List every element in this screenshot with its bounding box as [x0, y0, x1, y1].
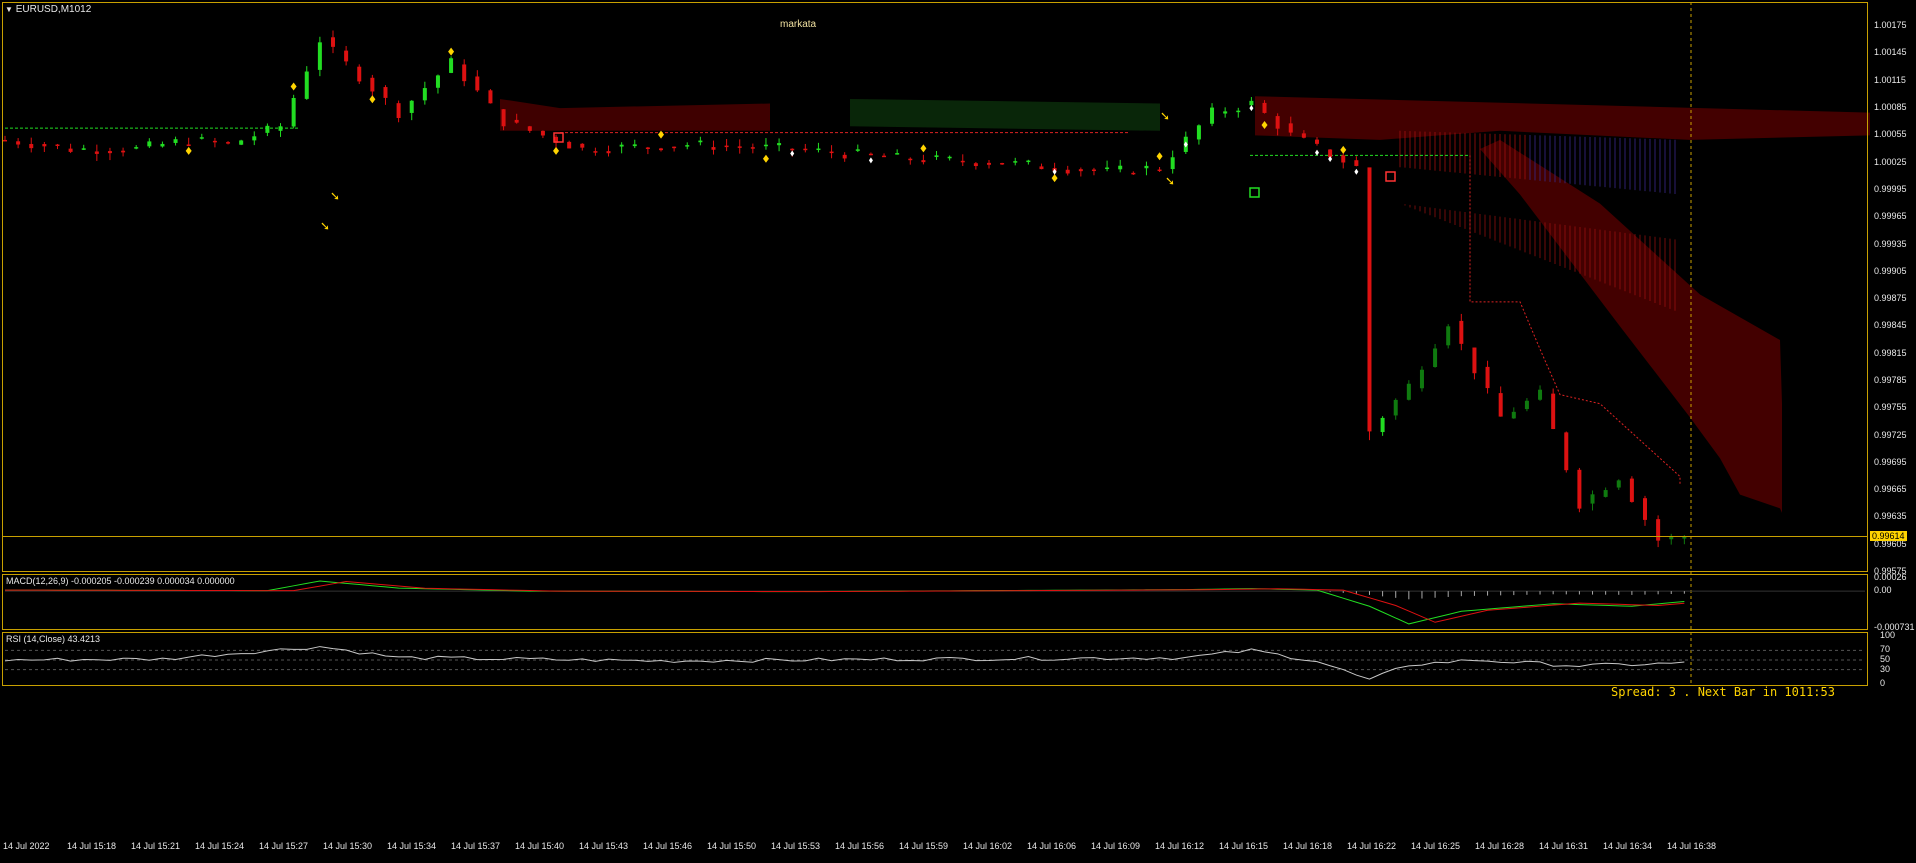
time-tick: 14 Jul 16:22 [1347, 841, 1397, 851]
price-tick: 0.99755 [1874, 402, 1907, 413]
price-tick: 1.00175 [1874, 20, 1907, 31]
time-tick: 14 Jul 16:38 [1667, 841, 1717, 851]
time-tick: 14 Jul 2022 [3, 841, 50, 851]
time-tick: 14 Jul 15:27 [259, 841, 309, 851]
time-tick: 14 Jul 16:28 [1475, 841, 1525, 851]
price-tick: 1.00145 [1874, 47, 1907, 58]
time-tick: 14 Jul 16:12 [1155, 841, 1205, 851]
window-title[interactable]: ▼ EURUSD,M1012 [5, 4, 91, 15]
time-tick: 14 Jul 15:18 [67, 841, 117, 851]
time-tick: 14 Jul 15:43 [579, 841, 629, 851]
macd-tick: 0.00 [1874, 585, 1892, 596]
price-tick: 0.99905 [1874, 265, 1907, 276]
indicator-name: markata [780, 19, 817, 30]
time-tick: 14 Jul 16:06 [1027, 841, 1077, 851]
rsi-tick: 50 [1880, 654, 1891, 664]
price-tick: 1.00115 [1874, 74, 1906, 85]
main-chart-frame [2, 2, 1868, 572]
price-tick: 0.99635 [1874, 511, 1907, 522]
time-tick: 14 Jul 15:46 [643, 841, 693, 851]
rsi-tick: 100 [1880, 630, 1896, 640]
time-tick: 14 Jul 15:37 [451, 841, 501, 851]
time-tick: 14 Jul 16:25 [1411, 841, 1461, 851]
price-tick: 0.99935 [1874, 238, 1907, 249]
time-tick: 14 Jul 16:02 [963, 841, 1013, 851]
chart-window: ➘ ➘ ➘ ➘ ▼ EURUSD,M1012 markata Spread: 3 . … [0, 0, 1916, 858]
macd-panel-frame [2, 574, 1868, 630]
rsi-panel-frame [2, 632, 1868, 686]
price-tick: 0.99965 [1874, 211, 1907, 222]
rsi-tick: 30 [1880, 663, 1891, 674]
price-tick: 0.99815 [1874, 347, 1907, 358]
time-tick: 14 Jul 16:18 [1283, 841, 1333, 851]
time-tick: 14 Jul 16:34 [1603, 841, 1653, 851]
time-tick: 14 Jul 15:34 [387, 841, 437, 851]
symbol-label: EURUSD,M1012 [15, 4, 92, 15]
current-price-label: 0.99614 [1870, 530, 1907, 541]
rsi-tick: 70 [1880, 644, 1891, 655]
price-tick: 0.99875 [1874, 293, 1907, 304]
price-tick: 1.00025 [1874, 156, 1907, 167]
macd-label: MACD(12,26,9) -0.000205 -0.000239 0.0000… [6, 576, 235, 586]
price-tick: 0.99785 [1874, 374, 1907, 385]
time-tick: 14 Jul 15:40 [515, 841, 565, 851]
time-tick: 14 Jul 15:21 [131, 841, 181, 851]
price-tick: 0.99845 [1874, 320, 1907, 331]
time-tick: 14 Jul 15:30 [323, 841, 373, 851]
price-tick: 0.99725 [1874, 429, 1907, 440]
time-tick: 14 Jul 16:15 [1219, 841, 1269, 851]
time-tick: 14 Jul 15:24 [195, 841, 245, 851]
price-tick: 1.00055 [1874, 129, 1907, 140]
price-tick: 0.99665 [1874, 484, 1907, 495]
time-tick: 14 Jul 15:59 [899, 841, 949, 851]
time-tick: 14 Jul 16:31 [1539, 841, 1589, 851]
chevron-down-icon[interactable]: ▼ [5, 5, 13, 14]
price-tick: 1.00085 [1874, 102, 1907, 113]
time-tick: 14 Jul 15:50 [707, 841, 757, 851]
spread-timer-text: Spread: 3 . Next Bar in 1011:53 [1611, 685, 1835, 699]
rsi-label: RSI (14,Close) 43.4213 [6, 634, 101, 644]
time-tick: 14 Jul 15:53 [771, 841, 821, 851]
price-tick: 0.99695 [1874, 456, 1907, 467]
time-tick: 14 Jul 16:09 [1091, 841, 1141, 851]
price-tick: 0.99995 [1874, 183, 1907, 194]
time-tick: 14 Jul 15:56 [835, 841, 885, 851]
rsi-tick: 0 [1880, 678, 1886, 688]
macd-tick: 0.00026 [1874, 572, 1907, 582]
